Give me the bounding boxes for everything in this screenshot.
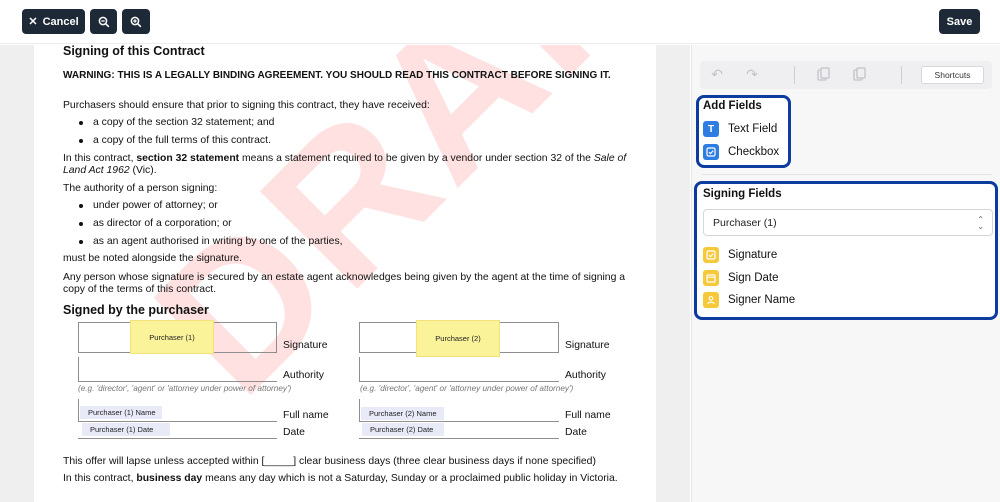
authority-line (359, 357, 360, 381)
signing-fields-title: Signing Fields (703, 188, 782, 200)
fullname-label: Full name (283, 410, 329, 421)
authority-label: Authority (283, 370, 325, 381)
paragraph-section-32: In this contract, section 32 statement m… (63, 153, 627, 176)
bullet (79, 121, 83, 125)
authority-line (78, 357, 79, 381)
zoom-out-button[interactable] (90, 9, 117, 34)
date-line (359, 438, 559, 439)
checkbox-icon (703, 144, 719, 160)
bullet (79, 222, 83, 226)
signature-label: Signature (283, 340, 328, 351)
zoom-in-icon (130, 16, 142, 27)
signature-label: Signature (565, 340, 610, 351)
copy-icon[interactable] (815, 66, 831, 82)
top-toolbar: ✕ Cancel Save (0, 0, 1000, 44)
add-signature-field[interactable]: Signature (703, 247, 777, 263)
authority-label: Authority (565, 370, 607, 381)
authority-hint: (e.g. 'director', 'agent' or 'attorney u… (78, 384, 292, 393)
authority-line (359, 381, 559, 382)
list-item: a copy of the section 32 statement; and (93, 117, 275, 128)
text-field-icon: T (703, 121, 719, 137)
authority-line (78, 381, 277, 382)
paste-icon[interactable] (851, 66, 867, 82)
undo-icon[interactable]: ↶ (709, 66, 725, 82)
paragraph-offer-lapse: This offer will lapse unless accepted wi… (63, 456, 596, 467)
list-item: as an agent authorised in writing by one… (93, 236, 343, 247)
save-button[interactable]: Save (939, 9, 980, 34)
zoom-in-button[interactable] (122, 9, 150, 34)
add-fields-title: Add Fields (703, 100, 762, 112)
purchaser-2-date-field[interactable]: Purchaser (2) Date (362, 423, 444, 436)
purchaser-1-date-field[interactable]: Purchaser (1) Date (82, 423, 170, 436)
add-checkbox-field[interactable]: Checkbox (703, 144, 779, 160)
add-signer-name-field[interactable]: Signer Name (703, 292, 795, 308)
paragraph-business-day: In this contract, business day means any… (63, 473, 618, 484)
redo-icon[interactable]: ↷ (744, 66, 760, 82)
bullet (79, 240, 83, 244)
bullet (79, 204, 83, 208)
list-item: a copy of the full terms of this contrac… (93, 135, 271, 146)
name-line (359, 421, 559, 422)
purchaser-2-name-field[interactable]: Purchaser (2) Name (361, 407, 444, 420)
zoom-out-icon (98, 16, 109, 27)
toolbar-divider (794, 66, 795, 84)
date-line (78, 438, 277, 439)
bullet (79, 139, 83, 143)
warning-text: WARNING: THIS IS A LEGALLY BINDING AGREE… (63, 70, 611, 81)
document-page: DRAFT Signing of this Contract WARNING: … (34, 45, 656, 502)
add-sign-date-field[interactable]: Sign Date (703, 270, 779, 286)
signed-heading: Signed by the purchaser (63, 303, 209, 317)
paragraph-authority: The authority of a person signing: (63, 183, 218, 194)
document-canvas[interactable]: DRAFT Signing of this Contract WARNING: … (0, 45, 690, 502)
signer-select[interactable]: Purchaser (1) ⌃ ⌄ (703, 209, 993, 236)
purchaser-2-signature-field[interactable]: Purchaser (2) (416, 320, 500, 357)
calendar-icon (703, 270, 719, 286)
cancel-button[interactable]: ✕ Cancel (22, 9, 85, 34)
close-icon: ✕ (28, 16, 38, 28)
authority-hint: (e.g. 'director', 'agent' or 'attorney u… (360, 384, 574, 393)
person-icon (703, 292, 719, 308)
fullname-label: Full name (565, 410, 611, 421)
chevron-updown-icon: ⌃ ⌄ (977, 215, 984, 231)
signature-icon (703, 247, 719, 263)
date-label: Date (565, 427, 587, 438)
name-line (78, 399, 79, 421)
list-item: as director of a corporation; or (93, 218, 232, 229)
name-line (359, 399, 360, 421)
date-label: Date (283, 427, 305, 438)
toolbar-divider (901, 66, 902, 84)
add-text-field[interactable]: T Text Field (703, 121, 777, 137)
paragraph-noted: must be noted alongside the signature. (63, 253, 243, 264)
list-item: under power of attorney; or (93, 200, 218, 211)
purchaser-1-signature-field[interactable]: Purchaser (1) (130, 320, 214, 354)
paragraph-estate-agent-2: copy of the terms of this contract. (63, 284, 217, 295)
shortcuts-button[interactable]: Shortcuts (921, 66, 984, 84)
name-line (78, 421, 277, 422)
panel-divider (702, 174, 992, 175)
paragraph-received: Purchasers should ensure that prior to s… (63, 100, 430, 111)
purchaser-1-name-field[interactable]: Purchaser (1) Name (80, 406, 162, 419)
paragraph-estate-agent-1: Any person whose signature is secured by… (63, 272, 626, 283)
section-title: Signing of this Contract (63, 45, 205, 58)
